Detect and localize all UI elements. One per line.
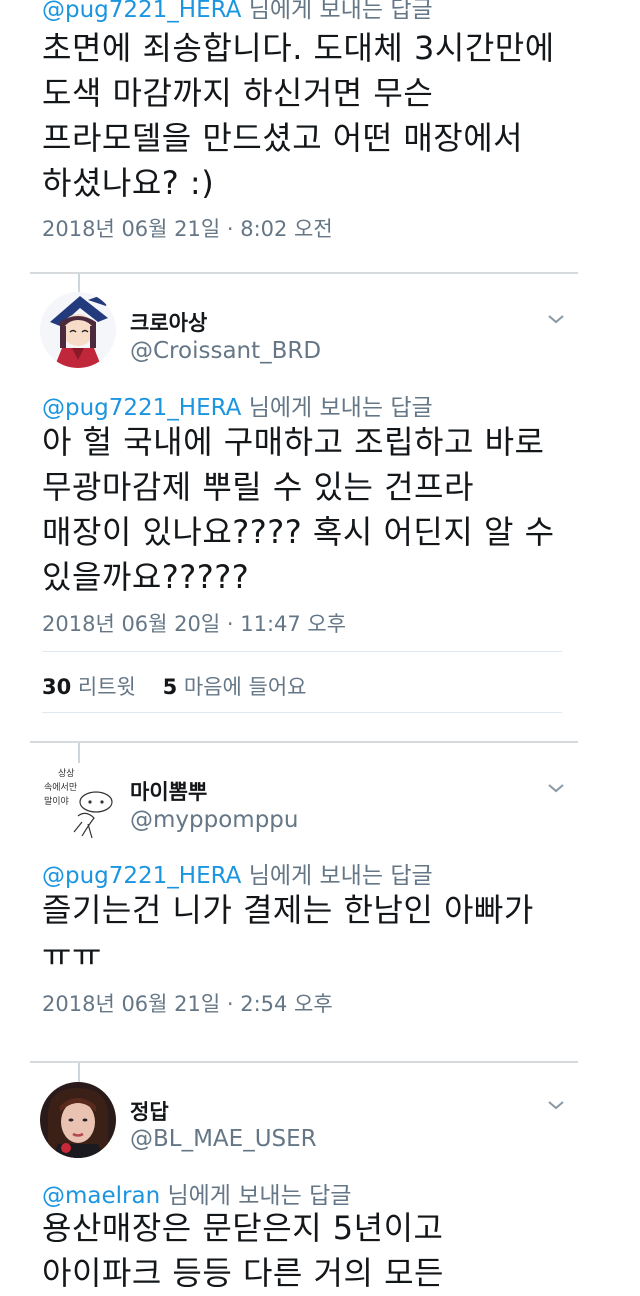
avatar[interactable]: [40, 1082, 116, 1158]
user-handle[interactable]: @Croissant_BRD: [130, 338, 321, 364]
reply-context: @pug7221_HERA 님에게 보내는 답글: [42, 856, 433, 890]
tweet-text-line: 초면에 죄송합니다. 도대체 3시간만에: [42, 29, 555, 67]
chevron-down-icon[interactable]: [546, 1098, 566, 1112]
thread-line: [78, 1063, 80, 1083]
tweet-text: 용산매장은 문닫은지 5년이고 아이파크 등등 다른 거의 모든: [42, 1206, 444, 1296]
thread-line: [78, 743, 80, 763]
display-name[interactable]: 정답: [130, 1096, 169, 1126]
avatar[interactable]: [40, 292, 116, 368]
tweet-text: 초면에 죄송합니다. 도대체 3시간만에 도색 마감까지 하신거면 무슨 프라모…: [42, 26, 555, 206]
tweet-text-line: 용산매장은 문닫은지 5년이고: [42, 1209, 444, 1247]
avatar-caption-line: 말이야: [44, 795, 69, 807]
reply-context-label: 님에게 보내는 답글: [248, 395, 433, 421]
avatar[interactable]: 상상 속에서만 말이야: [38, 764, 118, 844]
stats-divider: [42, 712, 562, 713]
user-handle[interactable]: @myppomppu: [130, 807, 298, 833]
retweet-count[interactable]: 30 리트윗: [42, 675, 136, 699]
tweet-text-line: 하셨나요? :): [42, 164, 215, 202]
tweet-text-line: 무광마감제 뿌릴 수 있는 건프라: [42, 468, 474, 506]
reply-context: @pug7221_HERA 님에게 보내는 답글: [42, 388, 433, 422]
reply-context-label: 님에게 보내는 답글: [248, 0, 433, 23]
tweet-text-line: 도색 마감까지 하신거면 무슨: [42, 74, 434, 112]
tweet-text-line: ㅠㅠ: [42, 936, 102, 974]
tweet-text: 즐기는건 니가 결제는 한남인 아빠가 ㅠㅠ: [42, 888, 534, 978]
doodle-avatar-icon: 상상 속에서만 말이야: [38, 764, 118, 844]
avatar-caption-line: 상상: [58, 768, 75, 779]
reply-context: @pug7221_HERA 님에게 보내는 답글: [42, 0, 433, 24]
reply-context: @maelran 님에게 보내는 답글: [42, 1176, 351, 1210]
reply-mention-link[interactable]: @pug7221_HERA: [42, 0, 241, 23]
tweet-timestamp[interactable]: 2018년 06월 21일 · 2:54 오후: [42, 988, 333, 1018]
tweet-divider: [30, 741, 578, 743]
tweet-text-line: 있을까요?????: [42, 558, 250, 596]
user-handle[interactable]: @BL_MAE_USER: [130, 1126, 317, 1152]
tweet-text-line: 즐기는건 니가 결제는 한남인 아빠가: [42, 891, 534, 929]
stats-divider: [42, 651, 562, 652]
display-name[interactable]: 마이뽐뿌: [130, 776, 207, 806]
tweet-stats: 30 리트윗 5 마음에 들어요: [42, 671, 307, 701]
tweet-divider: [30, 272, 578, 274]
avatar-caption-line: 속에서만: [44, 782, 77, 793]
chevron-down-icon[interactable]: [546, 312, 566, 326]
chevron-down-icon[interactable]: [546, 781, 566, 795]
tweet-text-line: 아이파크 등등 다른 거의 모든: [42, 1254, 444, 1292]
portrait-photo-avatar-icon: [40, 1082, 116, 1158]
tweet-timestamp[interactable]: 2018년 06월 21일 · 8:02 오전: [42, 213, 333, 243]
reply-mention-link[interactable]: @pug7221_HERA: [42, 395, 241, 421]
tweet-text: 아 헐 국내에 구매하고 조립하고 바로 무광마감제 뿌릴 수 있는 건프라 매…: [42, 420, 555, 600]
reply-context-label: 님에게 보내는 답글: [248, 863, 433, 889]
reply-mention-link[interactable]: @pug7221_HERA: [42, 863, 241, 889]
like-count[interactable]: 5 마음에 들어요: [163, 675, 307, 699]
tweet-text-line: 매장이 있나요???? 혹시 어딘지 알 수: [42, 513, 555, 551]
display-name[interactable]: 크로아상: [130, 307, 207, 337]
tweet-text-line: 프라모델을 만드셨고 어떤 매장에서: [42, 119, 524, 157]
tweet-text-line: 아 헐 국내에 구매하고 조립하고 바로: [42, 423, 545, 461]
tweet-divider: [30, 1061, 578, 1063]
anime-character-avatar-icon: [40, 292, 116, 368]
tweet-timestamp[interactable]: 2018년 06월 20일 · 11:47 오후: [42, 608, 346, 638]
